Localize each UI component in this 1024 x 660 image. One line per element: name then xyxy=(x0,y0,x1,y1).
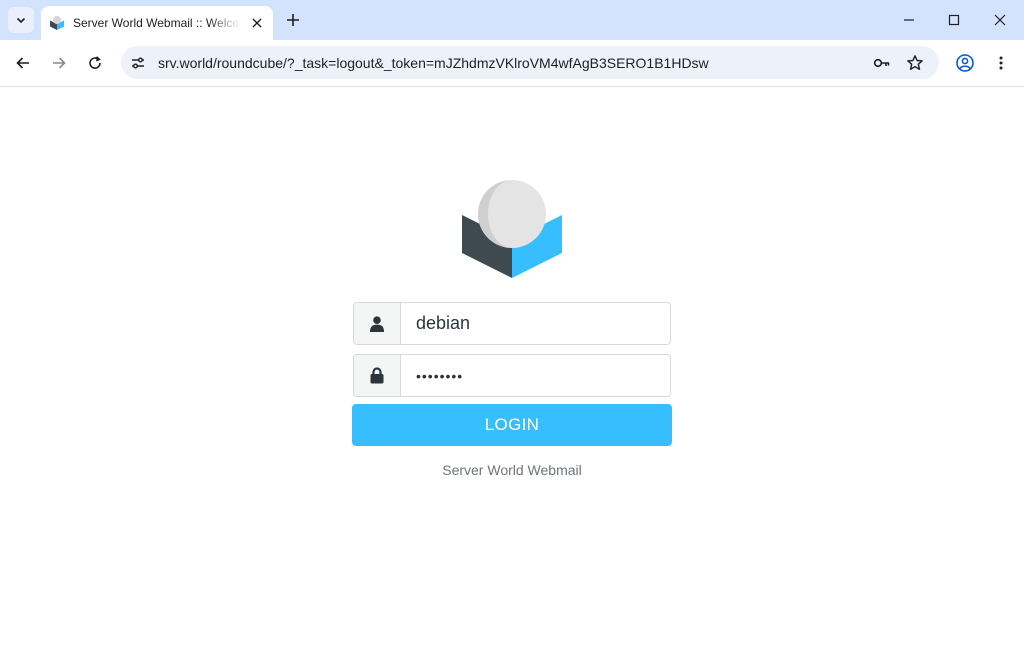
back-button[interactable] xyxy=(10,50,36,76)
product-name: Server World Webmail xyxy=(442,462,582,478)
site-info-button[interactable] xyxy=(129,54,147,72)
browser-titlebar: Server World Webmail :: Welcome to Serve… xyxy=(0,0,1024,40)
page-content: LOGIN Server World Webmail xyxy=(0,88,1024,660)
key-icon xyxy=(873,58,890,68)
reload-icon xyxy=(89,56,101,69)
minimize-icon xyxy=(904,19,914,21)
password-icon-box xyxy=(354,355,401,396)
url-text[interactable]: srv.world/roundcube/?_task=logout&_token… xyxy=(158,55,709,71)
browser-toolbar: srv.world/roundcube/?_task=logout&_token… xyxy=(0,40,1024,87)
tab-search-button[interactable] xyxy=(8,7,34,33)
browser-tab-active[interactable]: Server World Webmail :: Welcome to Serve… xyxy=(41,6,273,40)
username-icon-box xyxy=(354,303,401,344)
address-bar[interactable]: srv.world/roundcube/?_task=logout&_token… xyxy=(121,46,939,79)
login-button[interactable]: LOGIN xyxy=(352,404,672,446)
close-icon xyxy=(252,18,262,28)
username-input[interactable] xyxy=(401,303,670,344)
password-manager-button[interactable] xyxy=(872,53,892,73)
close-icon xyxy=(994,14,1006,26)
password-input[interactable] xyxy=(401,355,670,396)
maximize-icon xyxy=(948,14,960,26)
arrow-right-icon xyxy=(53,57,66,69)
reload-button[interactable] xyxy=(82,50,108,76)
roundcube-logo xyxy=(462,180,562,278)
username-field xyxy=(353,302,671,345)
new-tab-button[interactable] xyxy=(282,9,304,31)
minimize-button[interactable] xyxy=(897,8,921,32)
arrow-left-icon xyxy=(16,57,29,69)
forward-button[interactable] xyxy=(46,50,72,76)
password-field xyxy=(353,354,671,397)
chevron-down-icon xyxy=(16,17,26,24)
tune-icon xyxy=(132,57,144,69)
plus-icon xyxy=(287,14,299,26)
profile-button[interactable] xyxy=(952,50,978,76)
more-vert-icon xyxy=(999,56,1003,70)
close-window-button[interactable] xyxy=(988,8,1012,32)
bookmark-button[interactable] xyxy=(905,53,925,73)
roundcube-favicon-icon xyxy=(50,16,64,30)
user-icon xyxy=(370,315,384,332)
star-icon xyxy=(907,55,923,71)
tab-close-button[interactable] xyxy=(249,15,265,31)
maximize-button[interactable] xyxy=(942,8,966,32)
account-circle-icon xyxy=(956,54,974,72)
tab-title: Server World Webmail :: Welcome to Serve… xyxy=(73,16,241,30)
lock-icon xyxy=(370,367,384,384)
browser-menu-button[interactable] xyxy=(988,50,1014,76)
